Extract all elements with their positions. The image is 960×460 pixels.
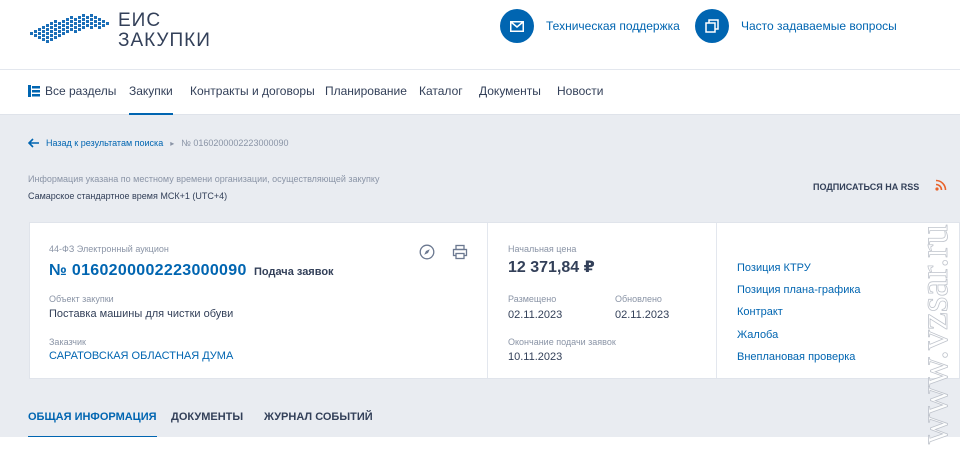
watermark: www.vzsar.ru (911, 224, 956, 444)
print-icon[interactable] (452, 244, 468, 260)
breadcrumb-separator-icon: ▸ (170, 138, 175, 148)
logo-wordmark: ЕИС ЗАКУПКИ (118, 11, 211, 51)
tab-event-log[interactable]: ЖУРНАЛ СОБЫТИЙ (264, 394, 373, 436)
price-label: Начальная цена (508, 244, 577, 254)
russia-map-icon (30, 14, 109, 43)
purchase-number[interactable]: № 0160200002223000090 (49, 262, 247, 280)
timezone-info: Информация указана по местному времени о… (28, 174, 380, 184)
copy-icon (695, 9, 729, 43)
object-value: Поставка машины для чистки обуви (49, 308, 234, 320)
purchase-stage: Подача заявок (254, 266, 334, 278)
updated-value: 02.11.2023 (615, 309, 670, 321)
object-label: Объект закупки (49, 294, 114, 304)
logo-line-1: ЕИС (118, 10, 162, 31)
eis-logo[interactable]: ЕИС ЗАКУПКИ (28, 10, 218, 52)
nav-catalog[interactable]: Каталог (419, 70, 463, 115)
plan-position-link[interactable]: Позиция плана-графика (737, 284, 861, 296)
nav-planning[interactable]: Планирование (325, 70, 407, 115)
deadline-value: 10.11.2023 (508, 351, 563, 363)
column-divider (716, 223, 717, 378)
support-link[interactable]: Техническая поддержка (500, 9, 680, 43)
law-type: 44-ФЗ Электронный аукцион (49, 244, 169, 254)
back-to-results-link[interactable]: Назад к результатам поиска (46, 138, 163, 148)
nav-all-sections[interactable]: Все разделы (28, 70, 116, 115)
sections-icon (28, 84, 40, 97)
column-divider (487, 223, 488, 378)
posted-value: 02.11.2023 (508, 309, 563, 321)
watermark-text: www.vzsar.ru (911, 224, 956, 444)
main-nav: Все разделы Закупки Контракты и договоры… (0, 70, 960, 115)
tab-general-info[interactable]: ОБЩАЯ ИНФОРМАЦИЯ (28, 394, 157, 438)
faq-label: Часто задаваемые вопросы (741, 19, 897, 33)
content-area (0, 437, 960, 460)
arrow-left-icon[interactable] (28, 138, 40, 148)
price-value: 12 371,84 ₽ (508, 259, 595, 276)
nav-label: Все разделы (45, 84, 117, 98)
nav-purchases[interactable]: Закупки (129, 70, 173, 115)
unscheduled-check-link[interactable]: Внеплановая проверка (737, 351, 855, 363)
breadcrumb-current: № 0160200002223000090 (181, 138, 289, 148)
complaint-link[interactable]: Жалоба (737, 329, 778, 341)
content-tabs: ОБЩАЯ ИНФОРМАЦИЯ ДОКУМЕНТЫ ЖУРНАЛ СОБЫТИ… (0, 394, 960, 438)
contract-link[interactable]: Контракт (737, 306, 783, 318)
compass-icon[interactable] (419, 244, 435, 260)
ktru-position-link[interactable]: Позиция КТРУ (737, 262, 811, 274)
tab-documents[interactable]: ДОКУМЕНТЫ (171, 394, 243, 436)
timezone-value: Самарское стандартное время МСК+1 (UTC+4… (28, 191, 228, 201)
purchase-card: 44-ФЗ Электронный аукцион № 016020000222… (29, 222, 960, 379)
posted-label: Размещено (508, 294, 557, 304)
nav-news[interactable]: Новости (557, 70, 603, 115)
customer-label: Заказчик (49, 337, 86, 347)
mail-icon (500, 9, 534, 43)
support-label: Техническая поддержка (546, 19, 680, 33)
faq-link[interactable]: Часто задаваемые вопросы (695, 9, 897, 43)
site-header: ЕИС ЗАКУПКИ Техническая поддержка Часто … (0, 0, 960, 70)
nav-contracts[interactable]: Контракты и договоры (190, 70, 315, 115)
logo-line-2: ЗАКУПКИ (118, 30, 211, 51)
customer-link[interactable]: САРАТОВСКАЯ ОБЛАСТНАЯ ДУМА (49, 350, 233, 362)
rss-subscribe-link[interactable]: ПОДПИСАТЬСЯ НА RSS (813, 182, 919, 192)
deadline-label: Окончание подачи заявок (508, 337, 616, 347)
breadcrumb: Назад к результатам поиска ▸ № 016020000… (28, 136, 288, 150)
updated-label: Обновлено (615, 294, 662, 304)
nav-documents[interactable]: Документы (479, 70, 541, 115)
